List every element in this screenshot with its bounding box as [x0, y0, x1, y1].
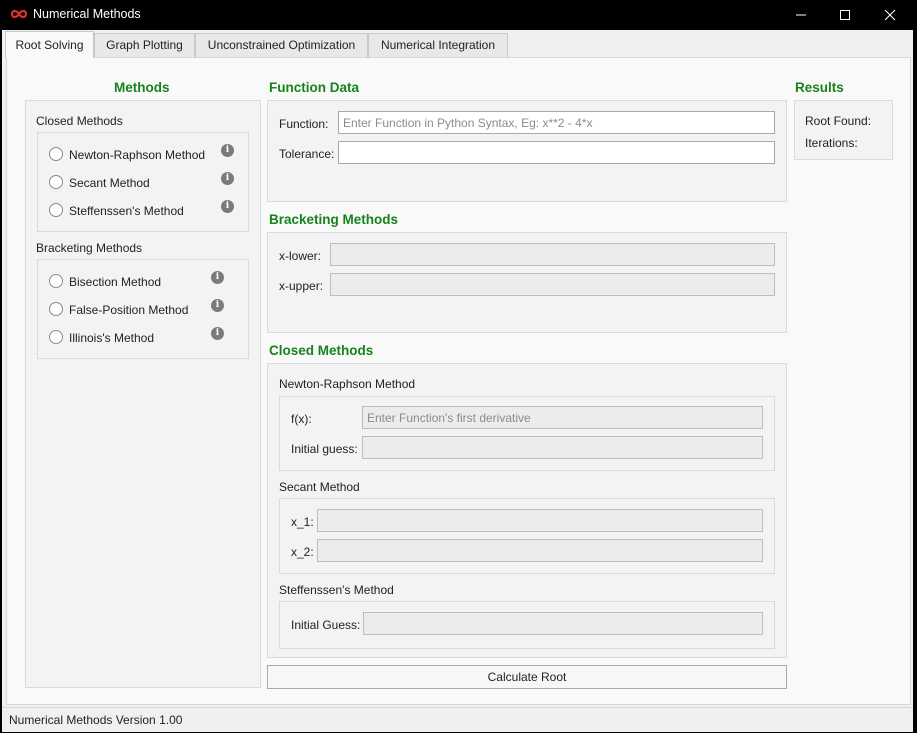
- x1-label: x_1:: [291, 515, 314, 529]
- function-input[interactable]: [338, 111, 775, 134]
- bisection-info-icon[interactable]: i: [211, 271, 224, 284]
- newton-raphson-box: f(x): Initial guess:: [279, 396, 775, 471]
- close-icon: [884, 9, 896, 21]
- derivative-input[interactable]: [362, 406, 763, 429]
- false-position-radio[interactable]: [49, 302, 63, 316]
- results-group: Root Found: Iterations:: [794, 100, 893, 160]
- closed-methods-label: Closed Methods: [36, 114, 123, 128]
- bisection-radio[interactable]: [49, 274, 63, 288]
- x-lower-label: x-lower:: [279, 249, 322, 263]
- tab-graph-plotting[interactable]: Graph Plotting: [94, 33, 195, 57]
- bisection-label[interactable]: Bisection Method: [69, 275, 161, 289]
- illinois-radio[interactable]: [49, 330, 63, 344]
- results-heading: Results: [795, 80, 844, 95]
- tab-numerical-integration[interactable]: Numerical Integration: [368, 33, 508, 57]
- maximize-icon: [840, 10, 850, 20]
- x-upper-label: x-upper:: [279, 279, 324, 293]
- steffensen-radio[interactable]: [49, 203, 63, 217]
- newton-initial-guess-input[interactable]: [362, 436, 763, 459]
- secant-label[interactable]: Secant Method: [69, 176, 150, 190]
- calculate-root-button[interactable]: Calculate Root: [267, 665, 787, 689]
- illinois-label[interactable]: Illinois's Method: [69, 331, 154, 345]
- steffensen-box: Initial Guess:: [279, 601, 775, 649]
- x1-input[interactable]: [317, 509, 763, 532]
- function-data-heading: Function Data: [269, 80, 359, 95]
- minimize-button[interactable]: [778, 0, 824, 30]
- tab-unconstrained-optimization[interactable]: Unconstrained Optimization: [195, 33, 368, 57]
- steffensen-initial-guess-input[interactable]: [363, 612, 763, 635]
- methods-heading: Methods: [114, 80, 170, 95]
- closed-methods-group: Newton-Raphson Method f(x): Initial gues…: [267, 363, 787, 658]
- function-label: Function:: [279, 117, 329, 131]
- secant-section-label: Secant Method: [279, 480, 360, 494]
- newton-raphson-radio[interactable]: [49, 147, 63, 161]
- methods-group: Closed Methods Newton-Raphson Method i S…: [25, 100, 261, 688]
- x-upper-input[interactable]: [330, 273, 775, 296]
- bracketing-heading: Bracketing Methods: [269, 212, 399, 227]
- tolerance-label: Tolerance:: [279, 147, 335, 161]
- steffensen-label[interactable]: Steffenssen's Method: [69, 204, 184, 218]
- main-window: Root Solving Graph Plotting Unconstraine…: [2, 30, 913, 732]
- tab-bar: Root Solving Graph Plotting Unconstraine…: [2, 30, 913, 58]
- tolerance-input[interactable]: [338, 141, 775, 164]
- x2-label: x_2:: [291, 545, 314, 559]
- maximize-button[interactable]: [822, 0, 868, 30]
- secant-info-icon[interactable]: i: [221, 172, 234, 185]
- steffensen-section-label: Steffenssen's Method: [279, 583, 394, 597]
- tab-root-solving[interactable]: Root Solving: [5, 31, 94, 58]
- status-bar: Numerical Methods Version 1.00: [2, 707, 913, 732]
- steffensen-info-icon[interactable]: i: [221, 200, 234, 213]
- secant-radio[interactable]: [49, 175, 63, 189]
- root-found-label: Root Found:: [805, 114, 872, 128]
- bracketing-methods-label: Bracketing Methods: [36, 241, 143, 255]
- closed-methods-heading: Closed Methods: [269, 343, 374, 358]
- bracketing-group: x-lower: x-upper:: [267, 232, 787, 333]
- closed-methods-box: Newton-Raphson Method i Secant Method i …: [37, 132, 249, 232]
- window-title: Numerical Methods: [33, 7, 141, 21]
- newton-initial-guess-label: Initial guess:: [291, 442, 358, 456]
- title-bar: Numerical Methods: [0, 0, 917, 30]
- x2-input[interactable]: [317, 539, 763, 562]
- version-status: Numerical Methods Version 1.00: [9, 713, 183, 727]
- x-lower-input[interactable]: [330, 243, 775, 266]
- false-position-label[interactable]: False-Position Method: [69, 303, 188, 317]
- false-position-info-icon[interactable]: i: [211, 299, 224, 312]
- iterations-label: Iterations:: [805, 136, 858, 150]
- root-solving-panel: Methods Closed Methods Newton-Raphson Me…: [6, 57, 911, 705]
- infinity-logo-icon: [10, 9, 28, 19]
- newton-raphson-info-icon[interactable]: i: [221, 144, 234, 157]
- illinois-info-icon[interactable]: i: [211, 327, 224, 340]
- steffensen-initial-guess-label: Initial Guess:: [291, 618, 361, 632]
- newton-raphson-label[interactable]: Newton-Raphson Method: [69, 148, 205, 162]
- secant-box: x_1: x_2:: [279, 498, 775, 574]
- newton-raphson-section-label: Newton-Raphson Method: [279, 377, 416, 391]
- fx-label: f(x):: [291, 412, 312, 426]
- function-data-group: Function: Tolerance:: [267, 100, 787, 202]
- close-button[interactable]: [867, 0, 913, 30]
- minimize-icon: [796, 14, 806, 16]
- bracketing-methods-box: Bisection Method i False-Position Method…: [37, 259, 249, 359]
